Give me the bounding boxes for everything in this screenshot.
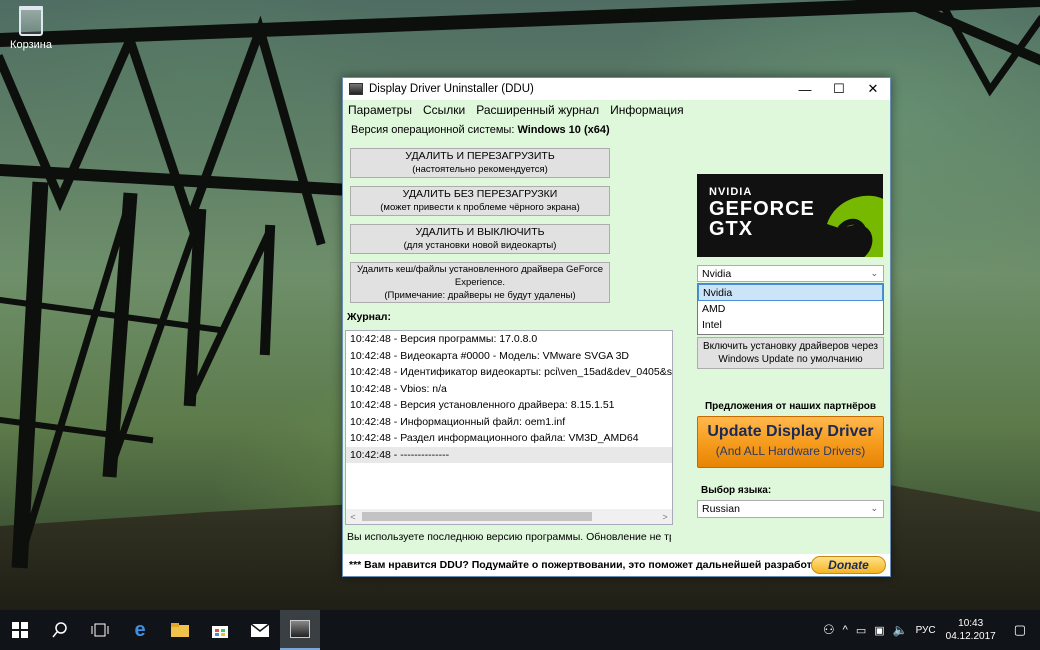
vendor-select[interactable]: Nvidia ⌄ bbox=[697, 265, 884, 282]
system-tray: ⚇ ^ ▭ ▣ 🔈 РУС 10:43 04.12.2017 ▢ bbox=[815, 610, 1040, 650]
vendor-dropdown-list: Nvidia AMD Intel bbox=[697, 283, 884, 335]
windows-logo-icon bbox=[12, 622, 28, 638]
update-status-text: Вы используете последнюю версию программ… bbox=[347, 531, 671, 543]
clean-cache-button[interactable]: Удалить кеш/файлы установленного драйвер… bbox=[350, 262, 610, 303]
logo-nvidia-text: NVIDIA bbox=[709, 186, 753, 198]
vendor-option-intel[interactable]: Intel bbox=[698, 317, 883, 334]
store-icon bbox=[212, 626, 228, 638]
log-entry: 10:42:48 - Идентификатор видеокарты: pci… bbox=[350, 366, 672, 378]
clock[interactable]: 10:43 04.12.2017 bbox=[946, 617, 996, 643]
menu-item-info[interactable]: Информация bbox=[610, 103, 683, 117]
journal-log[interactable]: 10:42:48 - Версия программы: 17.0.8.0 10… bbox=[345, 330, 673, 525]
clock-date: 04.12.2017 bbox=[945, 631, 996, 642]
ddu-window: Display Driver Uninstaller (DDU) — ☐ ✕ П… bbox=[342, 77, 891, 577]
input-language[interactable]: РУС bbox=[916, 625, 936, 636]
chevron-down-icon: ⌄ bbox=[870, 503, 878, 513]
task-view-button[interactable] bbox=[80, 610, 120, 650]
close-button[interactable]: ✕ bbox=[856, 78, 890, 100]
partners-label: Предложения от наших партнёров bbox=[704, 401, 877, 412]
window-titlebar[interactable]: Display Driver Uninstaller (DDU) — ☐ ✕ bbox=[343, 78, 890, 100]
search-icon bbox=[52, 622, 67, 638]
clock-time: 10:43 bbox=[958, 618, 984, 629]
taskbar: e ⚇ ^ ▭ ▣ 🔈 РУС 10:43 04.12.2017 ▢ bbox=[0, 610, 1040, 650]
update-driver-subtitle: (And ALL Hardware Drivers) bbox=[715, 444, 866, 458]
clean-restart-button[interactable]: УДАЛИТЬ И ПЕРЕЗАГРУЗИТЬ (настоятельно ре… bbox=[350, 148, 610, 178]
nvidia-eye-icon bbox=[827, 195, 883, 257]
log-entry: 10:42:48 - Информационный файл: oem1.inf bbox=[350, 415, 566, 428]
clean-no-restart-title: УДАЛИТЬ БЕЗ ПЕРЕЗАГРУЗКИ bbox=[402, 188, 558, 200]
log-entry: 10:42:48 - Раздел информационного файла:… bbox=[350, 432, 639, 444]
log-entry: 10:42:48 - Версия установленного драйвер… bbox=[350, 399, 615, 411]
recycle-bin[interactable]: Корзина bbox=[6, 6, 56, 51]
file-explorer-button[interactable] bbox=[160, 610, 200, 650]
recycle-bin-label: Корзина bbox=[10, 39, 52, 51]
vendor-option-nvidia[interactable]: Nvidia bbox=[698, 284, 883, 301]
language-select[interactable]: Russian ⌄ bbox=[697, 500, 884, 518]
clean-no-restart-note: (может привести к проблеме чёрного экран… bbox=[380, 202, 580, 213]
windows-update-line2: Windows Update по умолчанию bbox=[718, 354, 863, 365]
menu-bar: Параметры Ссылки Расширенный журнал Инфо… bbox=[343, 100, 890, 120]
folder-icon bbox=[171, 623, 189, 637]
scroll-right-icon[interactable]: > bbox=[658, 512, 672, 522]
mail-button[interactable] bbox=[240, 610, 280, 650]
clean-shutdown-note: (для установки новой видеокарты) bbox=[403, 240, 557, 251]
minimize-button[interactable]: — bbox=[788, 78, 822, 100]
windows-update-toggle-button[interactable]: Включить установку драйверов через Windo… bbox=[697, 337, 884, 369]
edge-button[interactable]: e bbox=[120, 610, 160, 650]
battery-icon[interactable]: ▭ bbox=[856, 624, 866, 637]
os-version-value: Windows 10 (x64) bbox=[517, 124, 610, 136]
update-driver-title: Update Display Driver bbox=[707, 423, 874, 440]
menu-item-options[interactable]: Параметры bbox=[348, 103, 412, 117]
donation-footer: *** Вам нравится DDU? Подумайте о пожерт… bbox=[343, 554, 890, 576]
search-button[interactable] bbox=[40, 610, 80, 650]
start-button[interactable] bbox=[0, 610, 40, 650]
clean-cache-line3: (Примечание: драйверы не будут удалены) bbox=[384, 290, 576, 301]
os-version: Версия операционной системы: Windows 10 … bbox=[351, 124, 610, 136]
language-label: Выбор языка: bbox=[701, 485, 772, 496]
network-icon[interactable]: ▣ bbox=[874, 624, 884, 637]
ddu-taskbar-button[interactable] bbox=[280, 610, 320, 650]
vendor-select-value: Nvidia bbox=[702, 267, 732, 280]
chevron-up-icon[interactable]: ^ bbox=[843, 624, 848, 636]
clean-restart-note: (настоятельно рекомендуется) bbox=[412, 164, 548, 175]
ddu-app-icon bbox=[349, 83, 363, 95]
language-select-value: Russian bbox=[702, 503, 740, 515]
clean-shutdown-button[interactable]: УДАЛИТЬ И ВЫКЛЮЧИТЬ (для установки новой… bbox=[350, 224, 610, 254]
recycle-bin-icon bbox=[19, 6, 43, 36]
clean-cache-line1: Удалить кеш/файлы установленного драйвер… bbox=[357, 264, 603, 275]
nvidia-geforce-logo: NVIDIA GEFORCE GTX bbox=[697, 174, 883, 257]
log-entry-selected: 10:42:48 - -------------- bbox=[346, 446, 672, 463]
maximize-button[interactable]: ☐ bbox=[822, 78, 856, 100]
menu-item-advanced-log[interactable]: Расширенный журнал bbox=[476, 103, 599, 117]
clean-no-restart-button[interactable]: УДАЛИТЬ БЕЗ ПЕРЕЗАГРУЗКИ (может привести… bbox=[350, 186, 610, 216]
clean-cache-line2: Experience. bbox=[454, 277, 506, 288]
logo-gtx-text: GTX bbox=[709, 218, 754, 240]
chevron-down-icon: ⌄ bbox=[870, 268, 878, 278]
clean-restart-title: УДАЛИТЬ И ПЕРЕЗАГРУЗИТЬ bbox=[405, 150, 555, 162]
update-display-driver-button[interactable]: Update Display Driver (And ALL Hardware … bbox=[697, 416, 884, 468]
donate-button[interactable]: Donate bbox=[811, 556, 886, 574]
log-horizontal-scrollbar[interactable]: < > bbox=[346, 509, 672, 524]
volume-icon[interactable]: 🔈 bbox=[893, 623, 908, 637]
menu-item-links[interactable]: Ссылки bbox=[423, 103, 465, 117]
window-title: Display Driver Uninstaller (DDU) bbox=[369, 83, 534, 95]
people-icon[interactable]: ⚇ bbox=[823, 622, 835, 638]
windows-update-line1: Включить установку драйверов через bbox=[703, 341, 878, 352]
store-button[interactable] bbox=[200, 610, 240, 650]
scroll-thumb[interactable] bbox=[362, 512, 592, 521]
log-entry: 10:42:48 - Видеокарта #0000 - Модель: VM… bbox=[350, 349, 630, 362]
donation-message: *** Вам нравится DDU? Подумайте о пожерт… bbox=[349, 559, 842, 571]
vendor-option-amd[interactable]: AMD bbox=[698, 301, 883, 318]
clean-shutdown-title: УДАЛИТЬ И ВЫКЛЮЧИТЬ bbox=[415, 226, 545, 238]
task-view-icon bbox=[91, 623, 109, 637]
scroll-left-icon[interactable]: < bbox=[346, 512, 360, 522]
journal-label: Журнал: bbox=[347, 311, 391, 323]
notifications-icon[interactable]: ▢ bbox=[1014, 622, 1026, 638]
log-entry: 10:42:48 - Vbios: n/a bbox=[350, 382, 447, 395]
log-entry: 10:42:48 - Версия программы: 17.0.8.0 bbox=[350, 333, 538, 345]
mail-icon bbox=[251, 623, 269, 637]
edge-icon: e bbox=[134, 618, 146, 641]
os-version-label: Версия операционной системы: bbox=[351, 124, 515, 136]
ddu-taskbar-icon bbox=[290, 620, 310, 638]
